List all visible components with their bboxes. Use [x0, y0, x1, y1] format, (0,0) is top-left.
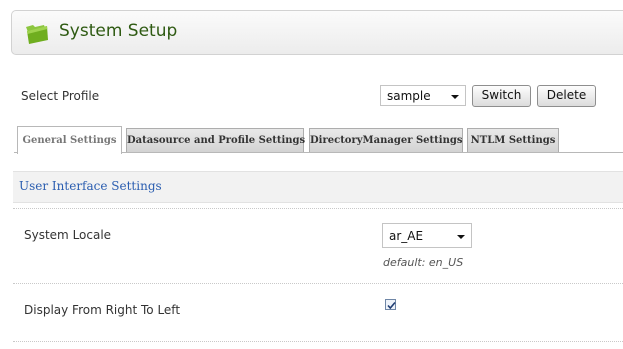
delete-button[interactable]: Delete: [537, 85, 596, 107]
profile-select-value: sample: [387, 89, 431, 103]
tab-directorymanager-settings[interactable]: DirectoryManager Settings: [309, 128, 463, 152]
default-locale-note: default: en_US: [383, 256, 464, 269]
locale-select-value: ar_AE: [389, 229, 424, 243]
system-locale-label: System Locale: [24, 228, 112, 242]
tab-general-settings[interactable]: General Settings: [17, 126, 122, 154]
select-profile-label: Select Profile: [21, 89, 100, 103]
switch-button[interactable]: Switch: [472, 85, 531, 107]
divider: [13, 208, 623, 209]
rtl-label: Display From Right To Left: [24, 303, 181, 317]
page-header: System Setup: [11, 10, 623, 55]
page-title: System Setup: [59, 21, 178, 41]
divider: [13, 283, 623, 284]
folder-icon: [26, 25, 48, 44]
section-title: User Interface Settings: [19, 179, 162, 193]
divider: [13, 341, 623, 342]
chevron-down-icon: [451, 95, 459, 99]
checkmark-icon: [387, 301, 396, 310]
rtl-checkbox[interactable]: [385, 299, 396, 310]
profile-select[interactable]: sample: [380, 85, 466, 106]
chevron-down-icon: [457, 235, 465, 239]
tab-datasource-profile-settings[interactable]: Datasource and Profile Settings: [126, 128, 305, 152]
locale-select[interactable]: ar_AE: [382, 223, 472, 248]
section-header: User Interface Settings: [13, 171, 623, 203]
tab-ntlm-settings[interactable]: NTLM Settings: [467, 128, 559, 152]
